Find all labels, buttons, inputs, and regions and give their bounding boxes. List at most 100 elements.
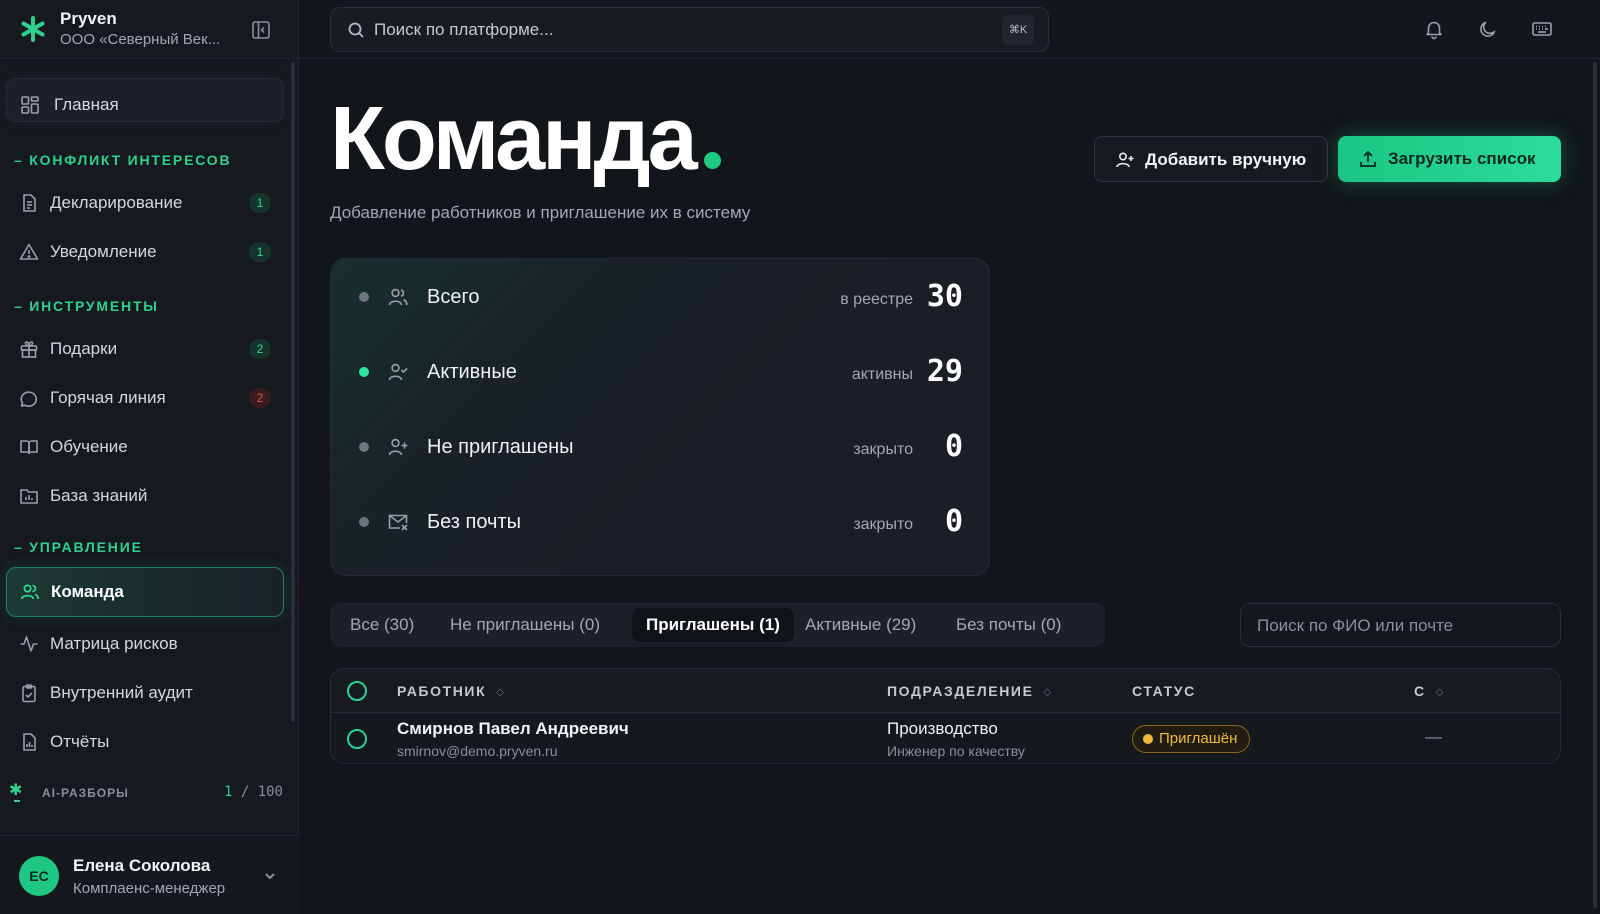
avatar: ЕС [19, 856, 59, 896]
bell-icon[interactable] [1423, 18, 1445, 40]
stat-note: активны [851, 366, 913, 383]
main-scrollbar[interactable] [1593, 62, 1597, 908]
shortcut-hint: ⌘K [1002, 15, 1034, 45]
sidebar-item-team[interactable]: Команда [6, 567, 284, 617]
sidebar-item-audit[interactable]: Внутренний аудит [6, 671, 284, 715]
sidebar-item-label: Декларирование [50, 193, 183, 212]
since-value: — [1425, 727, 1442, 746]
sidebar: Pryven ООО «Северный Век... Главная – КО… [0, 0, 299, 914]
brand-header: Pryven ООО «Северный Век... [0, 0, 299, 59]
tab-invited[interactable]: Приглашены (1) [632, 608, 794, 642]
employees-table: РАБОТНИК ◇ ПОДРАЗДЕЛЕНИЕ ◇ СТАТУС С ◇ Смирн… [330, 668, 1561, 764]
sort-icon: ◇ [1435, 687, 1444, 698]
grid-icon [21, 96, 39, 114]
employee-department: Производство [887, 719, 998, 738]
open-book-icon [20, 440, 38, 455]
stat-label: Не приглашены [427, 436, 574, 458]
upload-list-button[interactable]: Загрузить список [1338, 136, 1561, 182]
team-stats-card: Всего в реестре 30 Активные активны 29 Н… [330, 258, 990, 576]
user-check-icon [388, 363, 408, 381]
title-accent-dot [704, 152, 721, 169]
sidebar-scrollbar[interactable] [291, 62, 295, 722]
sidebar-item-label: Горячая линия [50, 388, 166, 407]
stat-note: закрыто [853, 516, 913, 533]
ai-usage-row: ✱ AI-РАЗБОРЫ 1 / 100 [0, 782, 299, 818]
ai-progress-dash [14, 800, 20, 802]
stat-label: Активные [427, 361, 517, 383]
section-tools-label: – ИНСТРУМЕНТЫ [14, 298, 159, 314]
sidebar-item-reports[interactable]: Отчёты [6, 720, 284, 764]
status-dot [1143, 734, 1153, 744]
users-icon [21, 584, 39, 600]
moon-icon[interactable] [1477, 18, 1499, 40]
sidebar-item-label: Матрица рисков [50, 634, 178, 653]
tab-no-email[interactable]: Без почты (0) [942, 608, 1075, 642]
status-dot [359, 367, 369, 377]
page-subtitle: Добавление работников и приглашение их в… [330, 203, 751, 222]
column-department[interactable]: ПОДРАЗДЕЛЕНИЕ ◇ [887, 683, 1051, 699]
sidebar-item-hotline[interactable]: Горячая линия 2 [6, 376, 284, 420]
sidebar-item-training[interactable]: Обучение [6, 425, 284, 469]
filter-tabs: Все (30) Не приглашены (0) Приглашены (1… [330, 603, 1105, 647]
gift-icon [20, 341, 38, 358]
select-all-checkbox[interactable] [347, 681, 367, 701]
sort-icon: ◇ [496, 687, 504, 698]
column-status[interactable]: СТАТУС [1132, 683, 1196, 699]
sidebar-item-label: Подарки [50, 339, 118, 358]
count-badge: 2 [249, 339, 271, 359]
stat-value: 30 [926, 279, 963, 314]
stat-not-invited[interactable]: Не приглашены закрыто 0 [331, 409, 991, 484]
sidebar-item-label: База знаний [50, 486, 148, 505]
keyboard-icon[interactable] [1531, 18, 1553, 40]
sidebar-collapse-icon[interactable] [250, 19, 272, 41]
stat-value: 0 [944, 429, 963, 464]
sidebar-item-risk-matrix[interactable]: Матрица рисков [6, 622, 284, 666]
user-name: Елена Соколова [73, 856, 211, 875]
section-conflict-label: – КОНФЛИКТ ИНТЕРЕСОВ [14, 152, 232, 168]
table-row[interactable]: Смирнов Павел Андреевич smirnov@demo.pry… [331, 713, 1560, 763]
user-plus-icon [1116, 152, 1134, 168]
sidebar-item-notification[interactable]: Уведомление 1 [6, 230, 284, 274]
employee-search-input[interactable]: Поиск по ФИО или почте [1240, 603, 1561, 647]
search-icon [348, 22, 364, 38]
sidebar-item-label: Обучение [50, 437, 128, 456]
column-since[interactable]: С ◇ [1414, 683, 1443, 699]
sidebar-item-label: Отчёты [50, 732, 110, 751]
sidebar-item-home[interactable]: Главная [6, 78, 284, 122]
global-search-input[interactable]: Поиск по платформе... ⌘K [330, 7, 1049, 52]
user-menu[interactable]: ЕС Елена Соколова Комплаенс-менеджер [0, 835, 299, 914]
upload-icon [1360, 150, 1376, 167]
status-badge: Приглашён [1132, 725, 1251, 753]
top-bar: Поиск по платформе... ⌘K [299, 0, 1600, 59]
sidebar-item-knowledge[interactable]: База знаний [6, 474, 284, 518]
page-title: Команда [330, 89, 698, 189]
ai-usage-count: 1 / 100 [223, 784, 283, 800]
sort-icon: ◇ [1043, 687, 1052, 698]
count-badge: 2 [249, 388, 271, 408]
sidebar-item-label: Главная [54, 95, 119, 114]
stat-total[interactable]: Всего в реестре 30 [331, 259, 991, 334]
tab-active[interactable]: Активные (29) [791, 608, 930, 642]
tab-not-invited[interactable]: Не приглашены (0) [436, 608, 614, 642]
button-label: Добавить вручную [1145, 150, 1307, 169]
tab-all[interactable]: Все (30) [336, 608, 428, 642]
stat-no-email[interactable]: Без почты закрыто 0 [331, 484, 991, 559]
users-icon [388, 288, 408, 306]
row-checkbox[interactable] [347, 729, 367, 749]
stat-note: закрыто [853, 441, 913, 458]
report-icon [23, 733, 36, 751]
chevron-down-icon[interactable] [262, 868, 278, 884]
add-manually-button[interactable]: Добавить вручную [1094, 136, 1328, 182]
warning-triangle-icon [19, 243, 39, 260]
column-employee[interactable]: РАБОТНИК ◇ [397, 683, 504, 699]
user-role: Комплаенс-менеджер [73, 880, 226, 897]
search-placeholder: Поиск по ФИО или почте [1257, 616, 1454, 635]
organization-name[interactable]: ООО «Северный Век... [60, 31, 220, 48]
sidebar-item-declaring[interactable]: Декларирование 1 [6, 181, 284, 225]
sidebar-item-label: Команда [51, 582, 124, 601]
stat-label: Всего [427, 286, 480, 308]
stat-active[interactable]: Активные активны 29 [331, 334, 991, 409]
search-placeholder: Поиск по платформе... [374, 20, 554, 39]
folder-chart-icon [20, 489, 38, 504]
sidebar-item-gifts[interactable]: Подарки 2 [6, 327, 284, 371]
